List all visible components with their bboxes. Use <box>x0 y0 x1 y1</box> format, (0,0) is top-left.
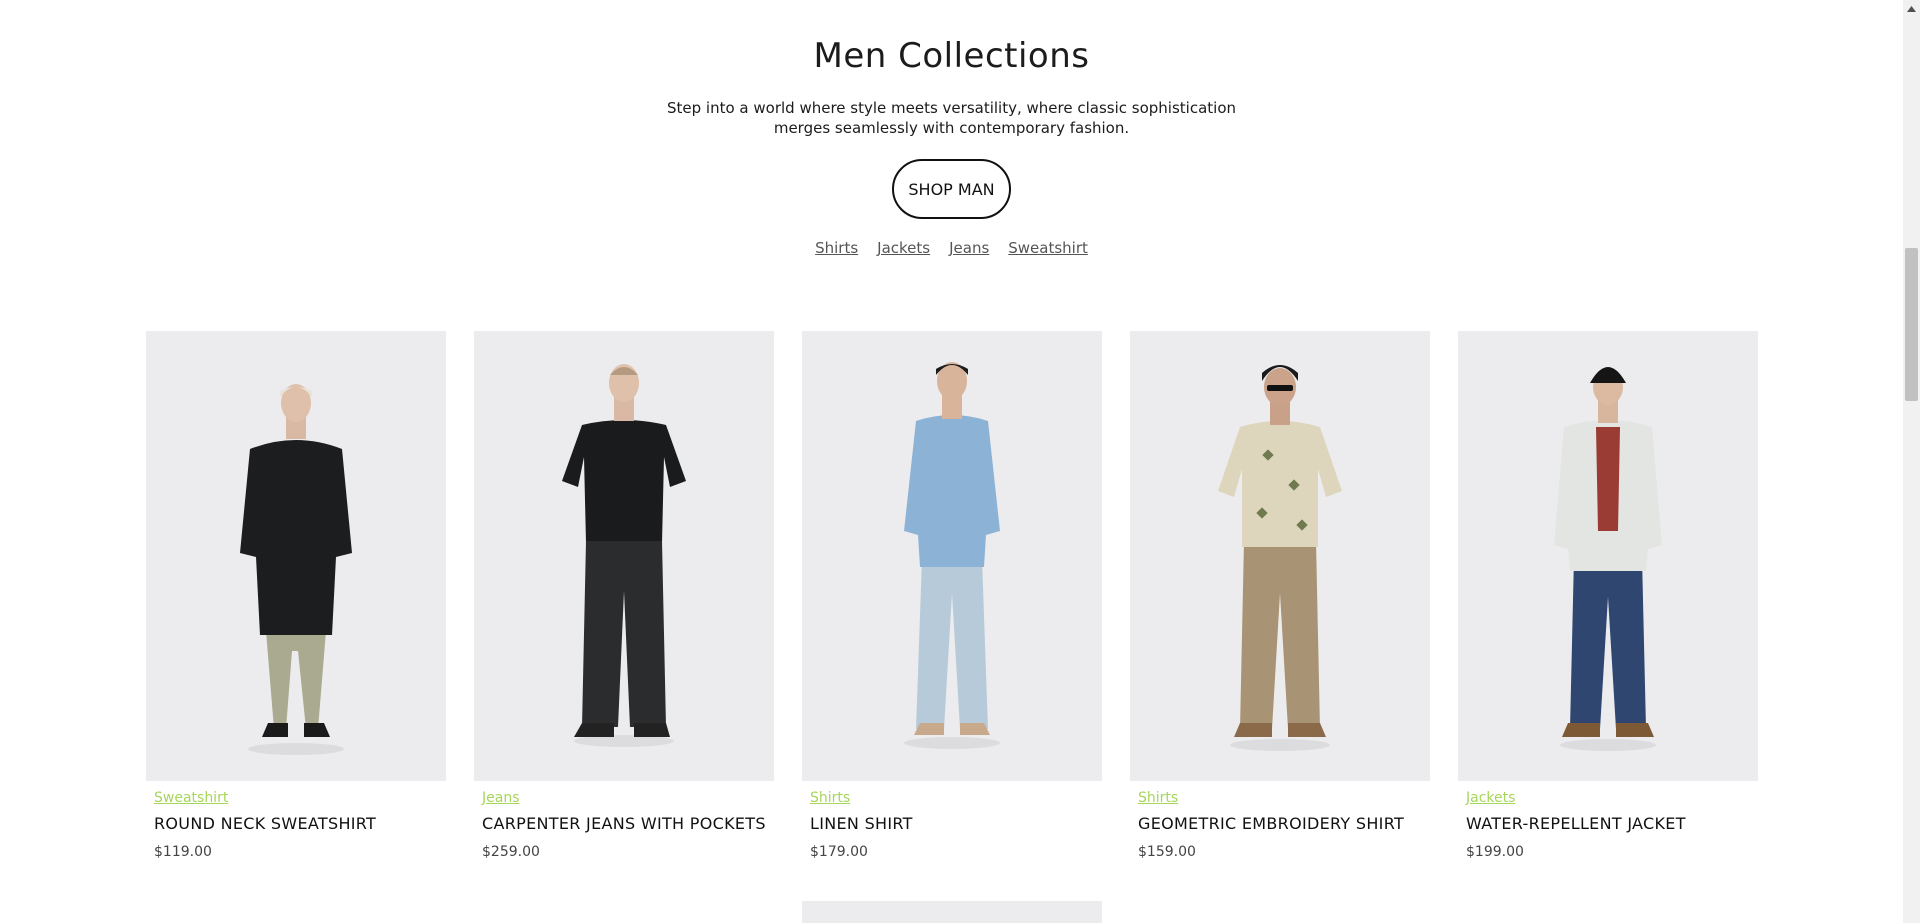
shop-man-button[interactable]: SHOP MAN <box>892 159 1011 219</box>
product-photo-illustration <box>474 331 774 781</box>
product-price: $259.00 <box>482 844 540 860</box>
product-card[interactable]: Shirts GEOMETRIC EMBROIDERY SHIRT $159.0… <box>1130 331 1430 861</box>
subtitle-line-2: merges seamlessly with contemporary fash… <box>773 119 1130 137</box>
next-product-image-partial[interactable] <box>802 901 1102 923</box>
product-price: $179.00 <box>810 844 868 860</box>
product-card[interactable]: Jeans CARPENTER JEANS WITH POCKETS $259.… <box>474 331 774 861</box>
product-photo-illustration <box>1458 331 1758 781</box>
product-name[interactable]: CARPENTER JEANS WITH POCKETS <box>482 814 766 834</box>
product-image[interactable] <box>802 331 1102 781</box>
section-title: Men Collections <box>813 36 1090 76</box>
product-price: $199.00 <box>1466 844 1524 860</box>
product-name[interactable]: GEOMETRIC EMBROIDERY SHIRT <box>1138 814 1422 834</box>
product-image[interactable] <box>146 331 446 781</box>
category-link-jackets[interactable]: Jackets <box>877 239 930 257</box>
product-price: $159.00 <box>1138 844 1196 860</box>
product-card[interactable]: Shirts LINEN SHIRT $179.00 <box>802 331 1102 861</box>
product-category-link[interactable]: Jackets <box>1466 789 1750 807</box>
product-image[interactable] <box>1130 331 1430 781</box>
category-link-jeans[interactable]: Jeans <box>949 239 989 257</box>
product-price: $119.00 <box>154 844 212 860</box>
product-image[interactable] <box>1458 331 1758 781</box>
vertical-scrollbar[interactable] <box>1903 0 1920 923</box>
product-category-link[interactable]: Shirts <box>810 789 1094 807</box>
product-category-link[interactable]: Sweatshirt <box>154 789 438 807</box>
product-photo-illustration <box>802 331 1102 781</box>
section-subtitle: Step into a world where style meets vers… <box>0 98 1903 138</box>
product-name[interactable]: ROUND NECK SWEATSHIRT <box>154 814 438 834</box>
product-category-link[interactable]: Jeans <box>482 789 766 807</box>
category-links: Shirts Jackets Jeans Sweatshirt <box>0 239 1903 257</box>
scrollbar-thumb[interactable] <box>1905 248 1918 401</box>
scroll-up-arrow-icon[interactable] <box>1903 0 1920 17</box>
category-link-shirts[interactable]: Shirts <box>815 239 858 257</box>
product-name[interactable]: WATER-REPELLENT JACKET <box>1466 814 1750 834</box>
product-image[interactable] <box>474 331 774 781</box>
product-card[interactable]: Sweatshirt ROUND NECK SWEATSHIRT $119.00 <box>146 331 446 861</box>
product-photo-illustration <box>1130 331 1430 781</box>
subtitle-line-1: Step into a world where style meets vers… <box>667 99 1236 117</box>
category-link-sweatshirt[interactable]: Sweatshirt <box>1008 239 1088 257</box>
product-card[interactable]: Jackets WATER-REPELLENT JACKET $199.00 <box>1458 331 1758 861</box>
product-category-link[interactable]: Shirts <box>1138 789 1422 807</box>
product-photo-illustration <box>146 331 446 781</box>
product-name[interactable]: LINEN SHIRT <box>810 814 1094 834</box>
men-collections-section: Men Collections Step into a world where … <box>0 0 1903 923</box>
